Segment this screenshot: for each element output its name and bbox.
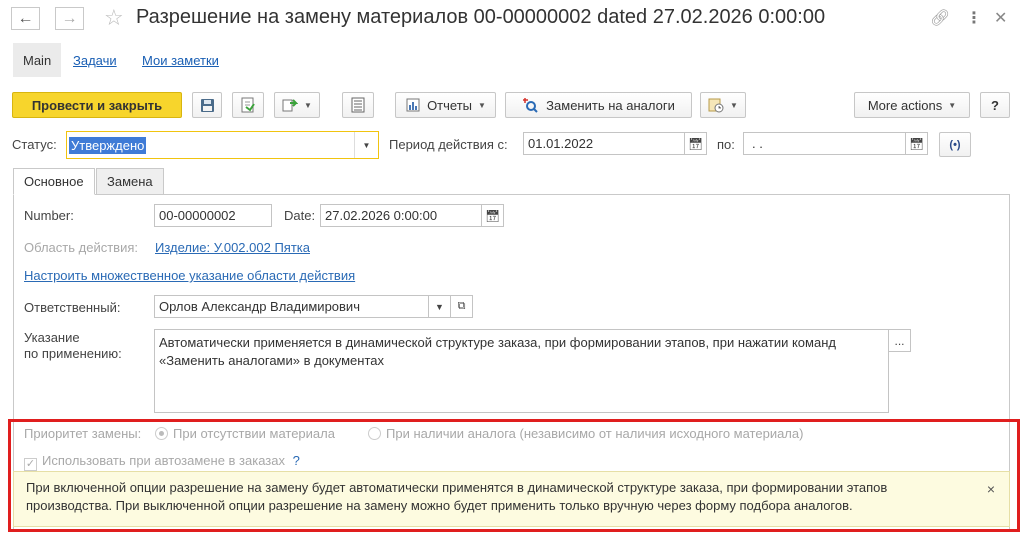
more-actions-button[interactable]: More actions ▼ bbox=[854, 92, 970, 118]
dropdown-arrow-icon: ▼ bbox=[948, 100, 957, 110]
period-picker-button[interactable]: (•) bbox=[939, 132, 971, 157]
replace-search-icon bbox=[523, 98, 538, 113]
more-actions-label: More actions bbox=[867, 97, 943, 113]
date-label: Date: bbox=[284, 208, 316, 223]
replace-analogs-label: Заменить на аналоги bbox=[546, 97, 675, 113]
back-button[interactable]: ← bbox=[11, 7, 40, 30]
instruction-more-button[interactable]: ... bbox=[888, 329, 911, 352]
document-list-button[interactable] bbox=[342, 92, 374, 118]
number-label: Number: bbox=[24, 208, 74, 223]
attachment-icon bbox=[708, 98, 724, 113]
scope-label: Область действия: bbox=[24, 240, 138, 255]
save-button[interactable] bbox=[192, 92, 222, 118]
instruction-textarea[interactable]: Автоматически применяется в динамической… bbox=[154, 329, 889, 413]
open-responsible-button[interactable]: ⧉ bbox=[450, 295, 473, 318]
responsible-input[interactable]: Орлов Александр Владимирович bbox=[154, 295, 429, 318]
dropdown-arrow-icon: ▼ bbox=[304, 100, 312, 110]
attachments-button[interactable]: ▼ bbox=[700, 92, 746, 118]
date-input[interactable]: 27.02.2026 0:00:00 bbox=[320, 204, 482, 227]
instruction-label-line1: Указание bbox=[24, 330, 80, 345]
scope-setup-link[interactable]: Настроить множественное указание области… bbox=[24, 268, 355, 283]
number-input[interactable]: 00-00000002 bbox=[154, 204, 272, 227]
responsible-dropdown-button[interactable]: ▼ bbox=[428, 295, 451, 318]
tab-tasks[interactable]: Задачи bbox=[63, 43, 127, 77]
period-from-input[interactable]: 01.01.2022 bbox=[523, 132, 685, 155]
arrow-left-icon: ← bbox=[17, 9, 34, 27]
post-button[interactable] bbox=[232, 92, 264, 118]
post-document-icon bbox=[241, 97, 255, 113]
dropdown-arrow-icon: ▼ bbox=[478, 100, 486, 110]
calendar-icon: 📅︎ bbox=[908, 136, 925, 151]
help-button[interactable]: ? bbox=[980, 92, 1010, 118]
tab-general[interactable]: Основное bbox=[13, 168, 95, 195]
tab-main[interactable]: Main bbox=[13, 43, 62, 77]
kebab-menu-icon[interactable]: ⋮ bbox=[966, 8, 982, 28]
period-to-label: по: bbox=[717, 137, 735, 152]
close-icon[interactable]: ✕ bbox=[994, 8, 1007, 28]
instruction-label-line2: по применению: bbox=[24, 346, 122, 361]
dropdown-arrow-icon[interactable]: ▼ bbox=[354, 132, 378, 158]
reports-icon bbox=[406, 98, 420, 112]
period-icon: (•) bbox=[949, 138, 961, 151]
tab-my-notes[interactable]: Мои заметки bbox=[132, 43, 229, 77]
calendar-button[interactable]: 📅︎ bbox=[684, 132, 707, 155]
status-select[interactable]: Утверждено ▼ bbox=[66, 131, 379, 159]
calendar-button[interactable]: 📅︎ bbox=[481, 204, 504, 227]
calendar-icon: 📅︎ bbox=[484, 208, 501, 223]
responsible-label: Ответственный: bbox=[24, 300, 121, 315]
window-title: Разрешение на замену материалов 00-00000… bbox=[136, 6, 826, 28]
status-value: Утверждено bbox=[69, 136, 147, 154]
star-icon[interactable]: ☆ bbox=[104, 5, 124, 31]
period-from-label: Период действия с: bbox=[389, 137, 508, 152]
reports-button[interactable]: Отчеты ▼ bbox=[395, 92, 496, 118]
post-and-close-button[interactable]: Провести и закрыть bbox=[12, 92, 182, 118]
calendar-icon: 📅︎ bbox=[687, 136, 704, 151]
replace-analogs-button[interactable]: Заменить на аналоги bbox=[505, 92, 692, 118]
list-icon bbox=[351, 97, 365, 113]
reports-label: Отчеты bbox=[427, 97, 472, 113]
status-label: Статус: bbox=[12, 137, 57, 152]
scope-link[interactable]: Изделие: У.002.002 Пятка bbox=[155, 240, 310, 255]
dropdown-arrow-icon: ▼ bbox=[730, 100, 738, 110]
tab-replacement[interactable]: Замена bbox=[96, 168, 164, 195]
period-to-input[interactable]: . . bbox=[743, 132, 906, 155]
dropdown-arrow-icon: ▼ bbox=[435, 301, 444, 312]
create-based-on-icon bbox=[282, 99, 299, 112]
link-icon[interactable]: 🔗︎ bbox=[930, 8, 950, 28]
calendar-button[interactable]: 📅︎ bbox=[905, 132, 928, 155]
highlight-frame bbox=[8, 419, 1020, 532]
floppy-disk-icon bbox=[200, 98, 214, 112]
create-based-on-button[interactable]: ▼ bbox=[274, 92, 320, 118]
arrow-right-icon: → bbox=[61, 9, 78, 27]
forward-button[interactable]: → bbox=[55, 7, 84, 30]
open-window-icon: ⧉ bbox=[457, 300, 466, 312]
